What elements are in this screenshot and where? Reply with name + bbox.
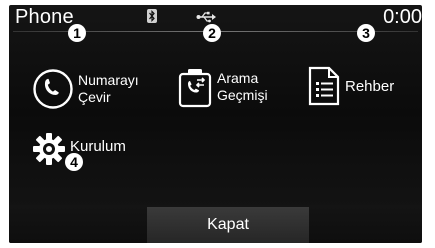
call-history-label: Arama Geçmişi (217, 70, 268, 103)
gear-icon (33, 133, 65, 165)
page-title: Phone (15, 6, 74, 28)
call-history-button[interactable]: Arama Geçmişi (177, 66, 268, 108)
callout-3: 3 (357, 24, 375, 42)
phone-screen: Phone 0:00 Numarayı Çevir Arama Geçmişi … (0, 0, 435, 248)
setup-label: Kurulum (70, 137, 126, 155)
clock: 0:00 (383, 6, 422, 28)
callout-4: 4 (65, 153, 83, 171)
callout-2: 2 (203, 24, 221, 42)
phonebook-icon (308, 66, 340, 106)
call-history-icon (178, 69, 212, 108)
phone-handset-icon (33, 69, 73, 109)
phonebook-label: Rehber (345, 77, 395, 95)
dial-number-button[interactable]: Numarayı Çevir (32, 68, 139, 110)
bluetooth-icon (147, 9, 157, 23)
dial-number-label: Numarayı Çevir (78, 72, 139, 105)
callout-1: 1 (68, 24, 86, 42)
phonebook-button[interactable]: Rehber (307, 65, 394, 107)
close-button[interactable]: Kapat (147, 207, 309, 243)
